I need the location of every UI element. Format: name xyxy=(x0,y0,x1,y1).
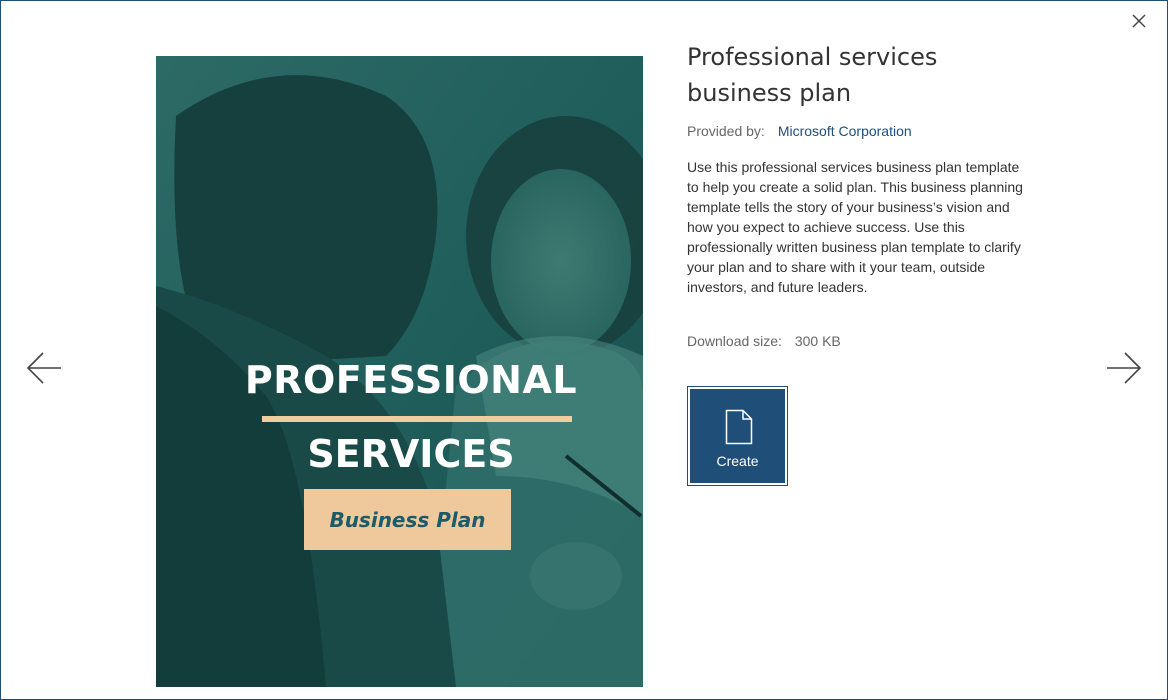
template-preview-image: PROFESSIONAL SERVICES Business Plan xyxy=(156,56,643,687)
cover-badge: Business Plan xyxy=(304,489,511,550)
cover-badge-text: Business Plan xyxy=(329,507,486,532)
create-button[interactable]: Create xyxy=(687,386,788,486)
template-details: Professional services business plan Prov… xyxy=(687,39,1037,349)
arrow-right-icon xyxy=(1107,352,1142,384)
create-button-face: Create xyxy=(690,389,785,483)
provider-link[interactable]: Microsoft Corporation xyxy=(778,123,912,139)
download-size-value: 300 KB xyxy=(794,333,841,349)
arrow-left-icon xyxy=(26,352,61,384)
provider-label: Provided by: xyxy=(687,123,765,139)
cover-divider xyxy=(262,416,572,422)
document-icon xyxy=(725,409,753,445)
previous-template-button[interactable] xyxy=(25,349,63,387)
cover-title-line2: SERVICES xyxy=(307,432,515,476)
download-size-label: Download size: xyxy=(687,333,782,349)
provider-row: Provided by: Microsoft Corporation xyxy=(687,123,1037,139)
close-button[interactable] xyxy=(1127,9,1151,33)
template-title: Professional services business plan xyxy=(687,43,938,107)
template-description: Use this professional services business … xyxy=(687,159,1023,295)
close-icon xyxy=(1132,14,1146,28)
cover-title-line1: PROFESSIONAL xyxy=(244,358,578,402)
next-template-button[interactable] xyxy=(1105,349,1143,387)
template-preview-dialog: PROFESSIONAL SERVICES Business Plan Prof… xyxy=(0,0,1168,700)
create-button-label: Create xyxy=(716,453,759,469)
download-size-row: Download size: 300 KB xyxy=(687,333,1037,349)
